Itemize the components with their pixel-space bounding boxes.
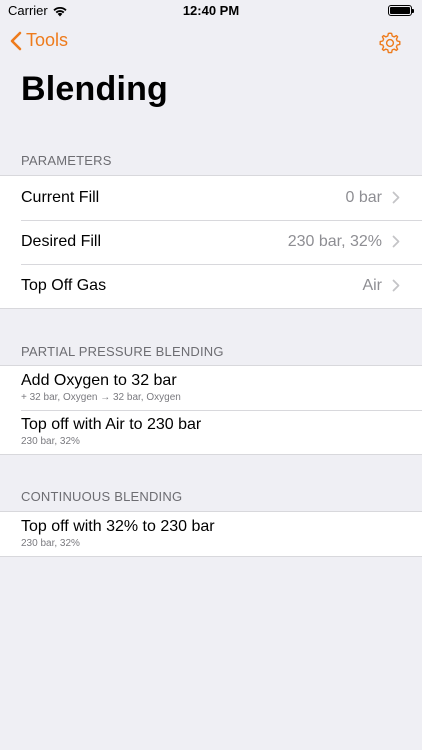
top-off-air-step[interactable]: Top off with Air to 230 bar 230 bar, 32%: [0, 410, 422, 454]
section-header-parameters: PARAMETERS: [21, 153, 112, 168]
status-bar: Carrier 12:40 PM: [0, 0, 422, 22]
step-title: Top off with 32% to 230 bar: [21, 518, 215, 535]
chevron-left-icon: [10, 31, 22, 50]
partial-pressure-group: Add Oxygen to 32 bar + 32 bar, Oxygen → …: [0, 365, 422, 455]
back-button-label: Tools: [26, 30, 69, 50]
nav-bar: Tools: [0, 22, 422, 66]
row-label: Top Off Gas: [21, 277, 107, 294]
step-subtitle: + 32 bar, Oxygen → 32 bar, Oxygen: [21, 392, 181, 403]
section-header-continuous: CONTINUOUS BLENDING: [21, 489, 183, 504]
step-title: Add Oxygen to 32 bar: [21, 372, 177, 389]
step-subtitle: 230 bar, 32%: [21, 538, 80, 549]
status-time: 12:40 PM: [182, 3, 240, 18]
battery-icon: [388, 5, 414, 16]
row-label: Desired Fill: [21, 233, 102, 250]
top-off-gas-row[interactable]: Top Off Gas Air: [0, 264, 422, 308]
page-title: Blending: [21, 70, 169, 108]
gear-icon: [379, 32, 401, 54]
chevron-right-icon: [392, 191, 400, 204]
desired-fill-row[interactable]: Desired Fill 230 bar, 32%: [0, 220, 422, 264]
back-button[interactable]: Tools: [10, 30, 68, 51]
row-value: 230 bar, 32%: [287, 233, 382, 250]
top-off-nitrox-step[interactable]: Top off with 32% to 230 bar 230 bar, 32%: [0, 512, 422, 556]
chevron-right-icon: [392, 279, 400, 292]
continuous-group: Top off with 32% to 230 bar 230 bar, 32%: [0, 511, 422, 557]
add-oxygen-step[interactable]: Add Oxygen to 32 bar + 32 bar, Oxygen → …: [0, 366, 422, 410]
parameters-group: Current Fill 0 bar Desired Fill 230 bar,…: [0, 175, 422, 309]
current-fill-row[interactable]: Current Fill 0 bar: [0, 176, 422, 220]
section-header-partial-pressure: PARTIAL PRESSURE BLENDING: [21, 344, 224, 359]
row-label: Current Fill: [21, 189, 100, 206]
row-value: 0 bar: [345, 189, 382, 206]
settings-button[interactable]: [378, 31, 402, 60]
row-value: Air: [362, 277, 382, 294]
step-title: Top off with Air to 230 bar: [21, 416, 202, 433]
step-subtitle: 230 bar, 32%: [21, 436, 80, 447]
chevron-right-icon: [392, 235, 400, 248]
